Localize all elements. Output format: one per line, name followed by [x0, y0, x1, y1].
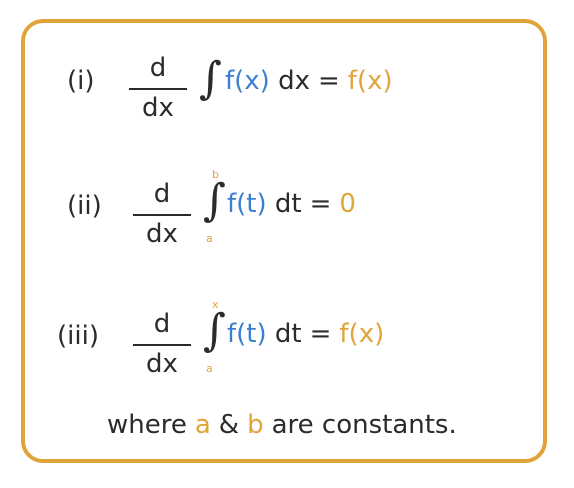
fraction-bar	[129, 88, 187, 90]
rule-label: (i)	[67, 66, 95, 96]
differential: dx	[278, 66, 310, 96]
equals-sign: =	[317, 66, 340, 96]
rule-row-2: (ii) d dx b ∫ a f(t) dt = 0	[25, 169, 551, 293]
result: f(x)	[339, 319, 385, 349]
derivative-denominator: dx	[146, 219, 178, 249]
differential: dt	[274, 319, 302, 349]
integral-symbol: ∫	[199, 53, 222, 104]
integral-expression: f(t) dt = f(x)	[227, 321, 384, 347]
result: 0	[339, 189, 356, 219]
rule-row-3: (iii) d dx x ∫ a f(t) dt = f(x)	[25, 299, 551, 423]
lower-limit: a	[206, 232, 213, 245]
result: f(x)	[347, 66, 393, 96]
rule-label: (iii)	[57, 321, 99, 351]
constant-a: a	[194, 410, 211, 440]
lower-limit: a	[206, 362, 213, 375]
constant-b: b	[247, 410, 264, 440]
fraction-bar	[133, 344, 191, 346]
note-suffix: are constants.	[271, 410, 457, 440]
rule-label: (ii)	[67, 191, 102, 221]
rule-row-1: (i) d dx ∫ f(x) dx = f(x)	[25, 53, 551, 163]
derivative-denominator: dx	[142, 93, 174, 123]
ampersand: &	[218, 410, 240, 440]
integral-expression: f(t) dt = 0	[227, 191, 356, 217]
integrand: f(t)	[227, 319, 267, 349]
integral-symbol: ∫	[203, 305, 226, 356]
integrand: f(x)	[225, 66, 270, 96]
constants-note: where a & b are constants.	[107, 412, 457, 438]
equals-sign: =	[309, 189, 332, 219]
derivative-numerator: d	[153, 179, 171, 209]
derivative-numerator: d	[149, 53, 167, 83]
integral-expression: f(x) dx = f(x)	[225, 68, 393, 94]
integrand: f(t)	[227, 189, 267, 219]
integral-symbol: ∫	[203, 175, 226, 226]
equals-sign: =	[309, 319, 332, 349]
rules-card: (i) d dx ∫ f(x) dx = f(x) (ii) d dx b ∫ a …	[21, 19, 547, 463]
differential: dt	[274, 189, 302, 219]
derivative-denominator: dx	[146, 349, 178, 379]
fraction-bar	[133, 214, 191, 216]
note-prefix: where	[107, 410, 187, 440]
derivative-numerator: d	[153, 309, 171, 339]
